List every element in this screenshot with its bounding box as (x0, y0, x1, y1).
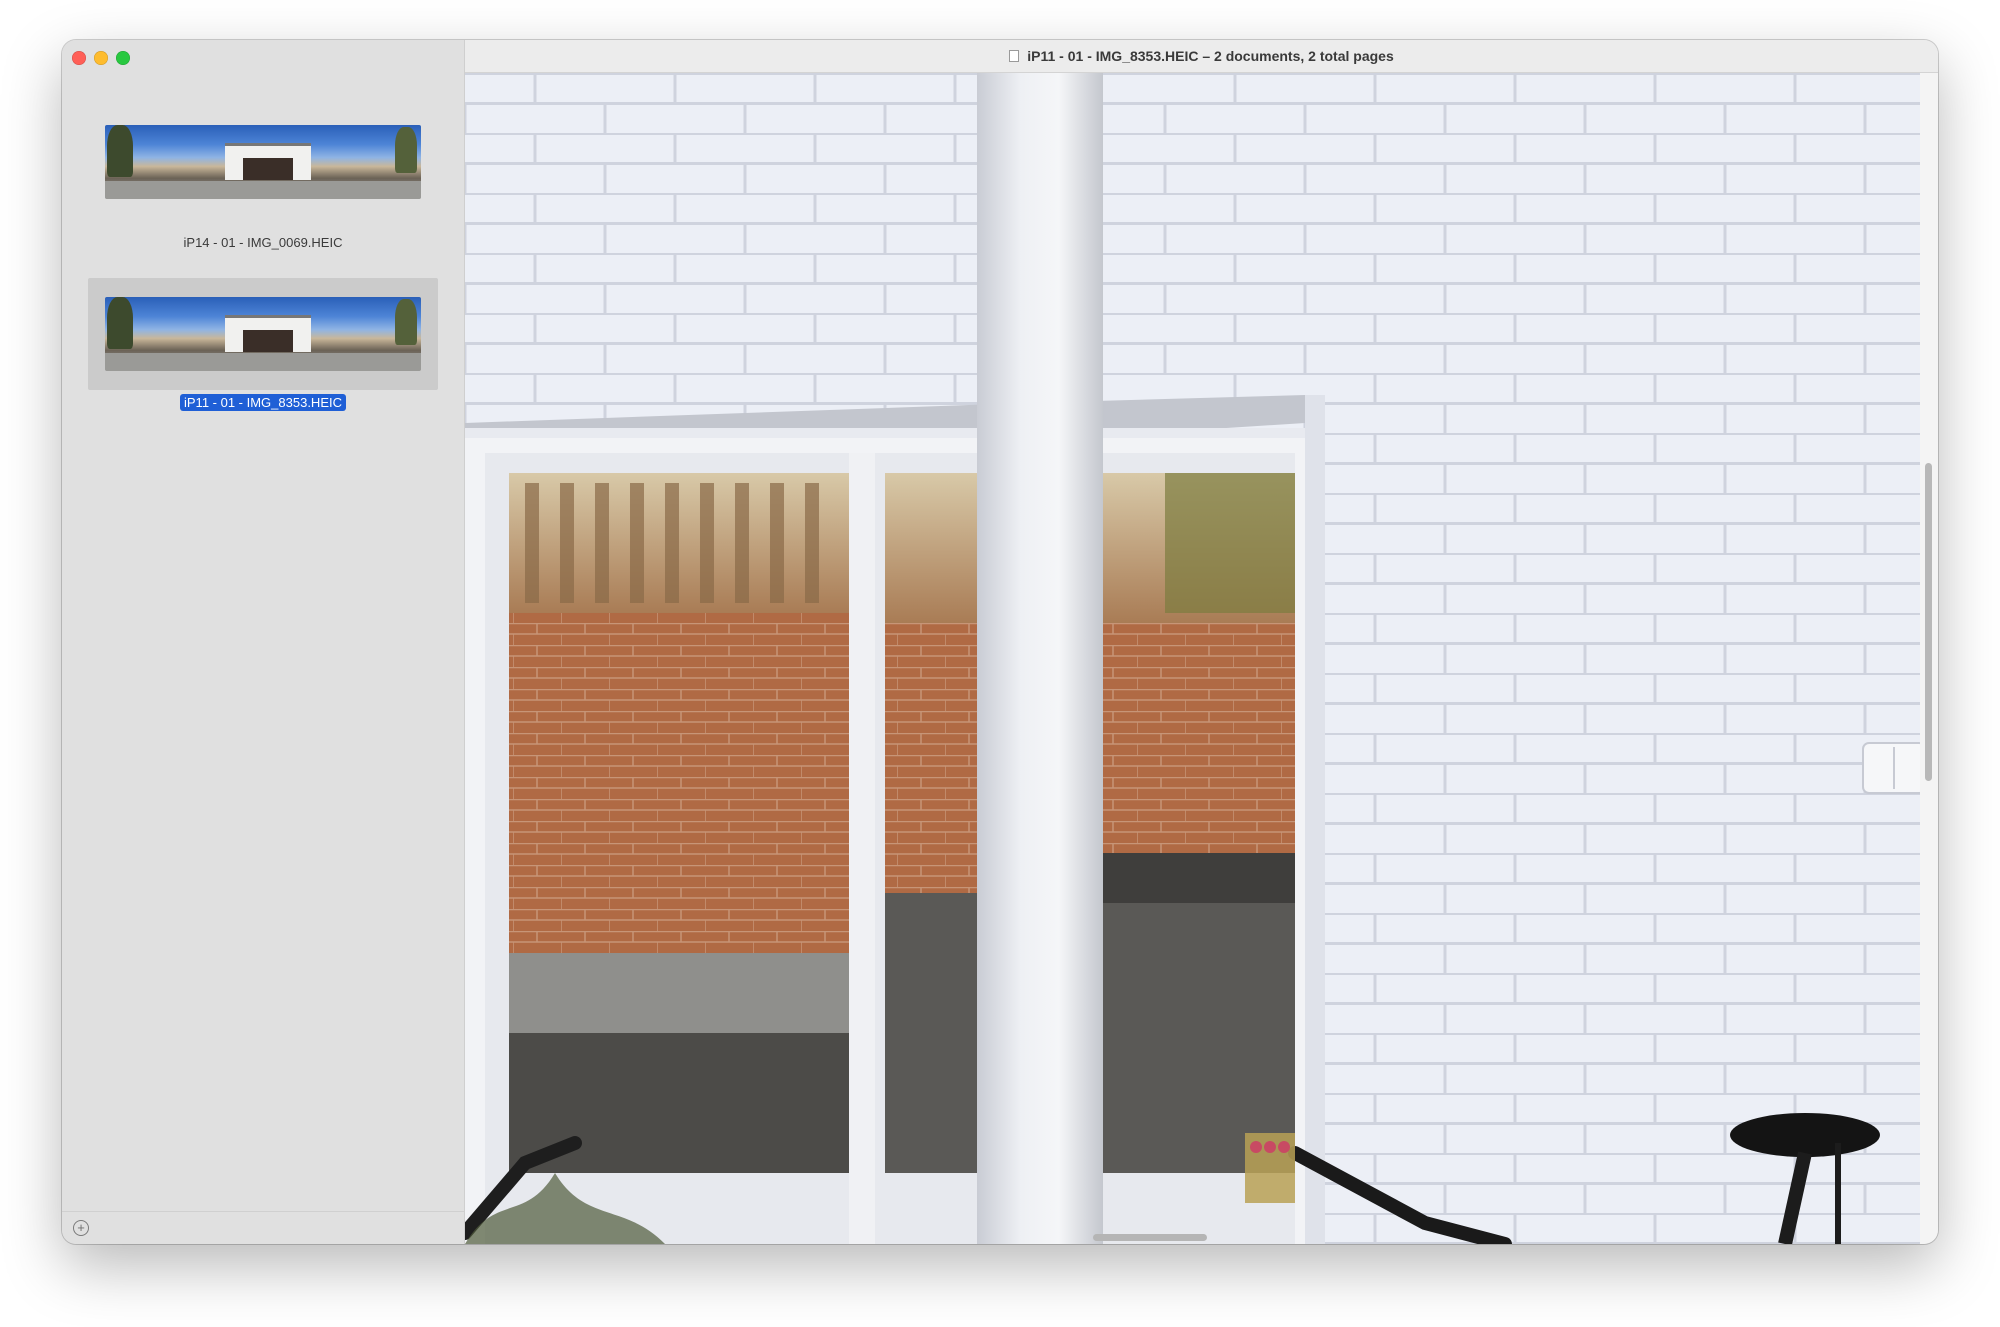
preview-window: iP14 - 01 - IMG_0069.HEIC iP11 - 01 - IM… (62, 40, 1938, 1244)
thumbnail-label: iP11 - 01 - IMG_8353.HEIC (180, 394, 346, 411)
image-viewer[interactable] (465, 73, 1920, 1244)
photo-content (465, 73, 1920, 1244)
horizontal-scroll-thumb[interactable] (1093, 1234, 1207, 1241)
window-controls (72, 51, 130, 65)
thumbnail-label: iP14 - 01 - IMG_0069.HEIC (183, 235, 343, 250)
title-bar: iP11 - 01 - IMG_8353.HEIC – 2 documents,… (465, 40, 1938, 73)
window-title: iP11 - 01 - IMG_8353.HEIC – 2 documents,… (1027, 48, 1394, 64)
thumbnail-image[interactable] (105, 125, 421, 199)
sidebar-item-img-0069[interactable]: iP14 - 01 - IMG_0069.HEIC (88, 106, 438, 252)
sidebar-item-img-8353[interactable]: iP11 - 01 - IMG_8353.HEIC (88, 278, 438, 412)
close-button[interactable] (72, 51, 86, 65)
thumbnail-frame[interactable] (88, 278, 438, 390)
minimize-button[interactable] (94, 51, 108, 65)
vertical-scroll-thumb[interactable] (1925, 463, 1932, 781)
zoom-button[interactable] (116, 51, 130, 65)
sidebar-footer: + (62, 1211, 464, 1244)
plus-circle-icon[interactable]: + (73, 1220, 89, 1236)
thumbnail-image[interactable] (105, 297, 421, 371)
horizontal-scrollbar[interactable] (465, 1230, 1920, 1244)
thumbnail-frame[interactable] (88, 106, 438, 218)
document-icon (1009, 50, 1020, 62)
vertical-scrollbar[interactable] (1920, 73, 1938, 1244)
thumbnail-sidebar: iP14 - 01 - IMG_0069.HEIC iP11 - 01 - IM… (62, 40, 465, 1244)
